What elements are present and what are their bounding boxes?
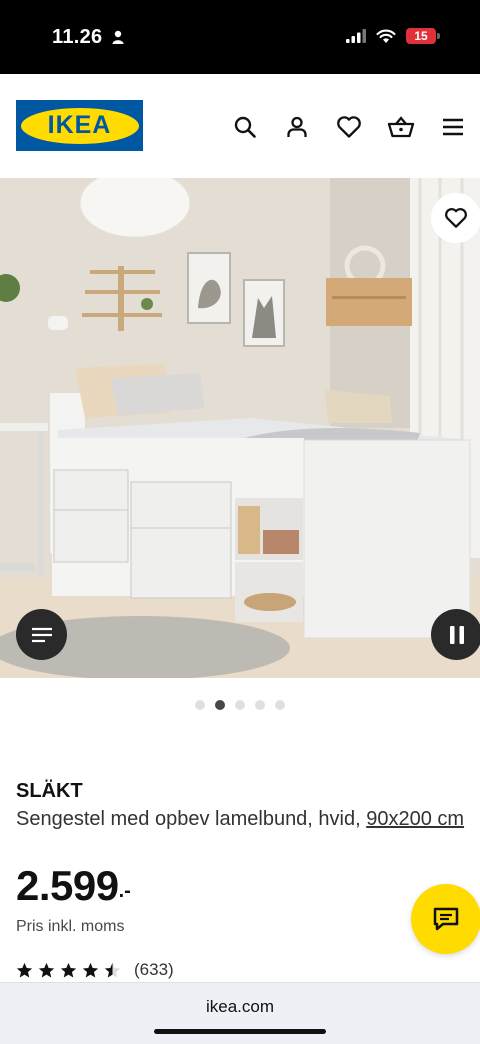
- logo-text: IKEA: [47, 111, 112, 139]
- product-image-carousel[interactable]: [0, 178, 480, 678]
- star-full-icon: [60, 962, 77, 978]
- price-value: 2.599: [16, 862, 119, 909]
- search-icon[interactable]: [230, 112, 260, 142]
- heart-icon: [445, 208, 467, 228]
- pause-button[interactable]: [431, 609, 480, 660]
- account-icon[interactable]: [282, 112, 312, 142]
- star-full-icon: [38, 962, 55, 978]
- price-note: Pris inkl. moms: [16, 918, 125, 935]
- carousel-dot-active[interactable]: [215, 700, 225, 710]
- chat-button[interactable]: [411, 884, 480, 954]
- status-time: 11.26: [52, 26, 103, 48]
- battery-indicator: 15: [406, 28, 440, 44]
- status-indicators: 15: [346, 28, 440, 44]
- basket-icon[interactable]: [386, 112, 416, 142]
- save-favorite-button[interactable]: [431, 193, 480, 243]
- ikea-logo[interactable]: IKEA: [16, 100, 143, 151]
- logo-oval: IKEA: [20, 107, 139, 144]
- product-description-text: Sengestel med opbev lamelbund, hvid,: [16, 808, 367, 830]
- carousel-dot[interactable]: [275, 700, 285, 710]
- carousel-dot[interactable]: [235, 700, 245, 710]
- product-description: Sengestel med opbev lamelbund, hvid, 90x…: [16, 806, 471, 832]
- person-icon: [112, 30, 124, 44]
- browser-address-bar[interactable]: ikea.com: [0, 982, 480, 1044]
- star-half-icon: [104, 962, 121, 978]
- home-indicator[interactable]: [154, 1029, 326, 1034]
- pause-icon: [449, 625, 464, 644]
- star-full-icon: [82, 962, 99, 978]
- url-text: ikea.com: [205, 997, 275, 1016]
- site-header: IKEA: [0, 74, 480, 178]
- product-rating[interactable]: (633): [16, 960, 174, 980]
- carousel-indicator: [0, 700, 480, 710]
- price-suffix: .-: [118, 880, 131, 902]
- signal-icon: [346, 29, 366, 43]
- wifi-icon: [376, 29, 396, 43]
- carousel-dot[interactable]: [195, 700, 205, 710]
- heart-icon[interactable]: [334, 112, 364, 142]
- star-full-icon: [16, 962, 33, 978]
- hamburger-menu-icon[interactable]: [438, 112, 468, 142]
- bed-product-photo: [0, 178, 480, 678]
- size-link[interactable]: 90x200 cm: [366, 808, 464, 830]
- chat-bubble-icon: [433, 907, 459, 931]
- review-count: (633): [134, 960, 174, 979]
- menu-lines-icon: [31, 627, 52, 642]
- media-menu-button[interactable]: [16, 609, 67, 660]
- product-price: 2.599 .-: [16, 862, 131, 910]
- carousel-dot[interactable]: [255, 700, 265, 710]
- product-name: SLÄKT: [16, 780, 83, 802]
- header-actions: [230, 112, 468, 142]
- status-bar: 11.26 15: [0, 0, 480, 74]
